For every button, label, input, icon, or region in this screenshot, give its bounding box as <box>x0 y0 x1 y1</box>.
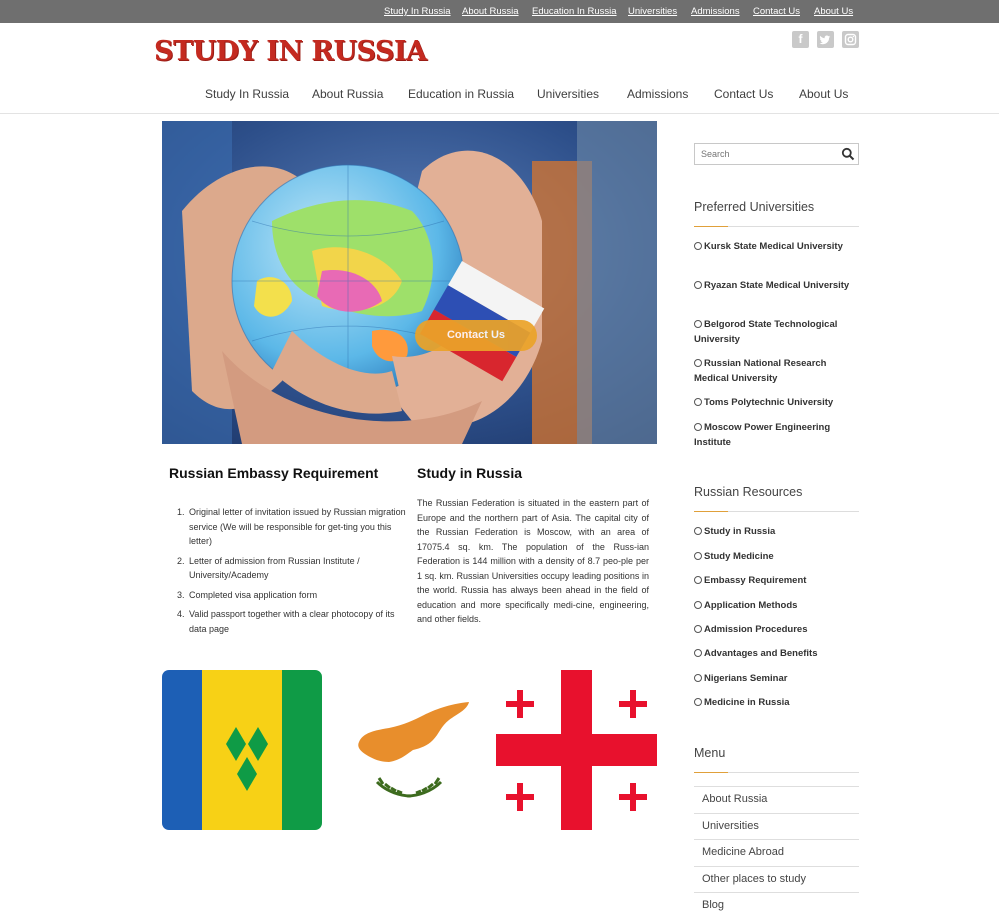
radio-icon <box>694 552 702 560</box>
search-box <box>694 143 859 165</box>
twitter-icon[interactable] <box>817 31 834 48</box>
menu-item-universities[interactable]: Universities <box>694 813 859 840</box>
list-item-text: Valid passport together with a clear pho… <box>189 609 395 634</box>
sidebar-item-study-in-russia[interactable]: Study in Russia <box>694 524 860 539</box>
sidebar-item-moscow-power[interactable]: Moscow Power Engineering Institute <box>694 420 860 450</box>
list-item: 3. Completed visa application form <box>177 589 318 600</box>
embassy-requirement-list: 1. Original letter of invitation issued b… <box>170 505 406 641</box>
divider <box>694 226 859 227</box>
menu-item-medicine-abroad[interactable]: Medicine Abroad <box>694 839 859 866</box>
globe-in-hands-illustration <box>162 121 657 444</box>
embassy-requirement-title: Russian Embassy Requirement <box>169 465 379 481</box>
sidebar-item-application-methods[interactable]: Application Methods <box>694 598 860 613</box>
radio-icon <box>694 698 702 706</box>
sidebar-item-medicine-in-russia[interactable]: Medicine in Russia <box>694 695 860 710</box>
sidebar-item-nigerians-seminar[interactable]: Nigerians Seminar <box>694 671 860 686</box>
georgia-flag <box>496 670 657 830</box>
topbar-link-about-us[interactable]: About Us <box>814 6 853 17</box>
topbar-link-universities[interactable]: Universities <box>628 6 677 17</box>
list-item-text: Completed visa application form <box>189 589 318 600</box>
nav-education-in-russia[interactable]: Education in Russia <box>408 87 514 101</box>
radio-icon <box>694 625 702 633</box>
sidebar-item-toms[interactable]: Toms Polytechnic University <box>694 395 860 410</box>
radio-icon <box>694 398 702 406</box>
study-in-russia-title: Study in Russia <box>417 465 523 481</box>
radio-icon <box>694 674 702 682</box>
topbar-link-contact-us[interactable]: Contact Us <box>753 6 800 17</box>
radio-icon <box>694 649 702 657</box>
nav-study-in-russia[interactable]: Study In Russia <box>205 87 289 101</box>
nav-universities[interactable]: Universities <box>537 87 599 101</box>
radio-icon <box>694 281 702 289</box>
site-header: STUDY IN RUSSIA f Study In Russia About … <box>0 23 999 114</box>
list-item: 4. Valid passport together with a clear p… <box>177 609 395 634</box>
nav-about-us[interactable]: About Us <box>799 87 848 101</box>
nav-contact-us[interactable]: Contact Us <box>714 87 773 101</box>
list-item: 2. Letter of admission from Russian Insti… <box>177 555 360 581</box>
topbar-link-education-in-russia[interactable]: Education In Russia <box>532 6 617 17</box>
radio-icon <box>694 320 702 328</box>
sidebar-item-advantages-benefits[interactable]: Advantages and Benefits <box>694 646 860 661</box>
preferred-universities-title: Preferred Universities <box>694 200 815 214</box>
hero-image: Contact Us <box>162 121 657 444</box>
search-input[interactable] <box>695 144 835 164</box>
topbar-link-about-russia[interactable]: About Russia <box>462 6 519 17</box>
top-bar: Study In Russia About Russia Education I… <box>0 0 999 23</box>
sidebar-item-kursk[interactable]: Kursk State Medical University <box>694 239 860 254</box>
radio-icon <box>694 359 702 367</box>
list-item-text: Original letter of invitation issued by … <box>189 507 406 546</box>
nav-about-russia[interactable]: About Russia <box>312 87 383 101</box>
radio-icon <box>694 601 702 609</box>
facebook-icon[interactable]: f <box>792 31 809 48</box>
list-item-text: Letter of admission from Russian Institu… <box>189 555 360 581</box>
contact-us-button[interactable]: Contact Us <box>415 320 537 351</box>
radio-icon <box>694 423 702 431</box>
site-logo[interactable]: STUDY IN RUSSIA <box>154 36 427 67</box>
sidebar-item-embassy-requirement[interactable]: Embassy Requirement <box>694 573 860 588</box>
search-icon[interactable] <box>841 147 855 166</box>
divider <box>694 511 859 512</box>
topbar-link-admissions[interactable]: Admissions <box>691 6 740 17</box>
divider <box>694 772 859 773</box>
saint-vincent-flag <box>162 670 322 830</box>
sidebar-item-admission-procedures[interactable]: Admission Procedures <box>694 622 860 637</box>
sidebar-item-study-medicine[interactable]: Study Medicine <box>694 549 860 564</box>
russian-resources-title: Russian Resources <box>694 485 803 499</box>
list-item: 1. Original letter of invitation issued b… <box>177 507 406 546</box>
menu-item-blog[interactable]: Blog <box>694 892 859 911</box>
menu-item-other-places[interactable]: Other places to study <box>694 866 859 893</box>
sidebar-item-russian-national[interactable]: Russian National Research Medical Univer… <box>694 356 860 386</box>
radio-icon <box>694 242 702 250</box>
menu-title: Menu <box>694 746 726 760</box>
cyprus-flag <box>358 702 469 798</box>
menu-item-about-russia[interactable]: About Russia <box>694 786 859 813</box>
instagram-icon[interactable] <box>842 31 859 48</box>
study-in-russia-text: The Russian Federation is situated in th… <box>417 498 649 624</box>
nav-admissions[interactable]: Admissions <box>627 87 688 101</box>
radio-icon <box>694 527 702 535</box>
sidebar-item-ryazan[interactable]: Ryazan State Medical University <box>694 278 860 293</box>
sidebar-item-belgorod[interactable]: Belgorod State Technological University <box>694 317 860 347</box>
topbar-link-study-in-russia[interactable]: Study In Russia <box>384 6 451 17</box>
radio-icon <box>694 576 702 584</box>
